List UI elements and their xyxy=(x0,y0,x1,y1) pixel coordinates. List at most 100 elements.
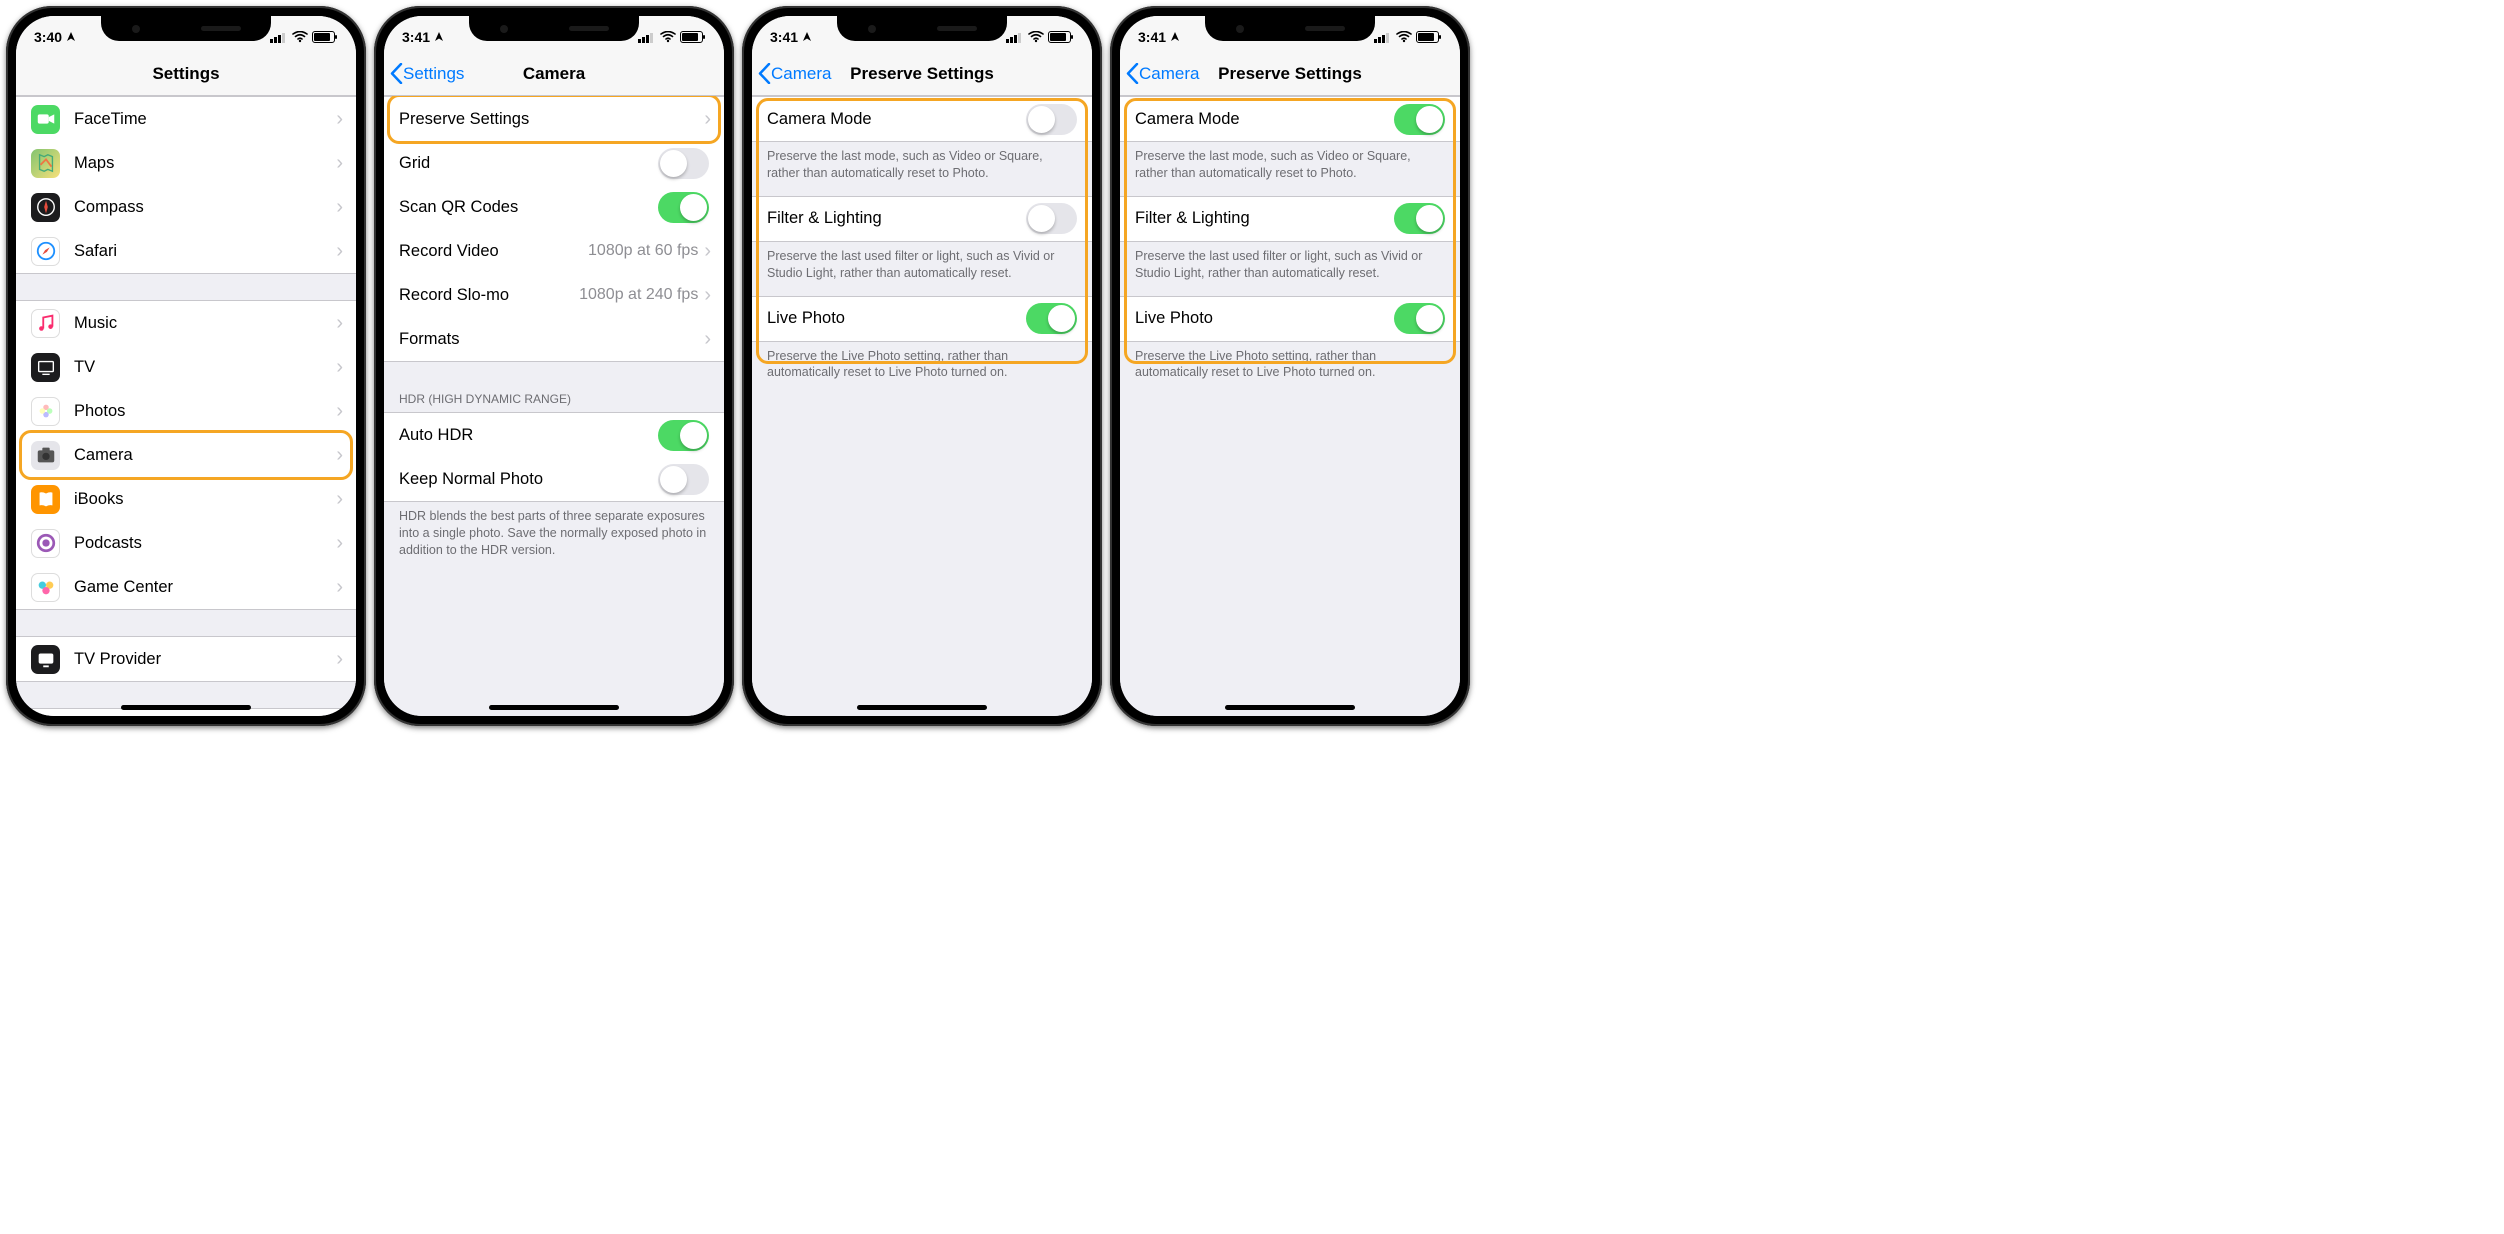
toggle-switch[interactable] xyxy=(1026,303,1077,334)
cell-label: Scan QR Codes xyxy=(399,198,658,217)
group-footer: Preserve the last mode, such as Video or… xyxy=(752,142,1092,186)
cell-formats[interactable]: Formats› xyxy=(384,317,724,361)
cell-tv[interactable]: TV› xyxy=(16,345,356,389)
cell-label: iBooks xyxy=(74,490,336,509)
status-time: 3:40 xyxy=(34,29,76,45)
status-icons xyxy=(1006,31,1074,43)
cell-label: FaceTime xyxy=(74,110,336,129)
toggle-switch[interactable] xyxy=(1026,203,1077,234)
status-icons xyxy=(638,31,706,43)
chevron-right-icon: › xyxy=(336,312,343,335)
cell-maps[interactable]: Maps› xyxy=(16,141,356,185)
gamecenter-icon xyxy=(31,573,60,602)
toggle-switch[interactable] xyxy=(1394,303,1445,334)
toggle-switch[interactable] xyxy=(1394,104,1445,135)
back-label: Camera xyxy=(1139,64,1199,84)
home-indicator[interactable] xyxy=(121,705,251,710)
cell-camera-mode[interactable]: Camera Mode xyxy=(1120,97,1460,141)
cell-camera[interactable]: Camera› xyxy=(16,433,356,477)
chevron-right-icon: › xyxy=(336,444,343,467)
ibooks-icon xyxy=(31,485,60,514)
cell-preserve-settings[interactable]: Preserve Settings› xyxy=(384,97,724,141)
cell-label: Photos xyxy=(74,402,336,421)
tvprovider-icon xyxy=(31,645,60,674)
cell-safari[interactable]: Safari› xyxy=(16,229,356,273)
chevron-right-icon: › xyxy=(336,400,343,423)
cell-detail: 1080p at 60 fps xyxy=(588,242,698,260)
toggle-switch[interactable] xyxy=(658,148,709,179)
back-button[interactable]: Camera xyxy=(758,63,831,84)
cell-1password[interactable]: 1Password› xyxy=(16,709,356,716)
cell-podcasts[interactable]: Podcasts› xyxy=(16,521,356,565)
toggle-switch[interactable] xyxy=(1394,203,1445,234)
cell-compass[interactable]: Compass› xyxy=(16,185,356,229)
cell-detail: 1080p at 240 fps xyxy=(579,286,698,304)
group-footer: Preserve the Live Photo setting, rather … xyxy=(1120,342,1460,386)
cell-label: Game Center xyxy=(74,578,336,597)
toggle-switch[interactable] xyxy=(658,420,709,451)
photos-icon xyxy=(31,397,60,426)
group-footer: Preserve the last used filter or light, … xyxy=(1120,242,1460,286)
cell-camera-mode[interactable]: Camera Mode xyxy=(752,97,1092,141)
cell-auto-hdr[interactable]: Auto HDR xyxy=(384,413,724,457)
group-header: HDR (HIGH DYNAMIC RANGE) xyxy=(384,388,724,412)
cell-record-slo-mo[interactable]: Record Slo-mo1080p at 240 fps› xyxy=(384,273,724,317)
safari-icon xyxy=(31,237,60,266)
cell-facetime[interactable]: FaceTime› xyxy=(16,97,356,141)
maps-icon xyxy=(31,149,60,178)
group-footer: Preserve the last used filter or light, … xyxy=(752,242,1092,286)
status-time: 3:41 xyxy=(402,29,444,45)
cell-label: Live Photo xyxy=(1135,309,1394,328)
back-button[interactable]: Camera xyxy=(1126,63,1199,84)
facetime-icon xyxy=(31,105,60,134)
cell-filter-lighting[interactable]: Filter & Lighting xyxy=(1120,197,1460,241)
cell-label: Record Video xyxy=(399,242,588,261)
cell-label: Record Slo-mo xyxy=(399,286,579,305)
cell-record-video[interactable]: Record Video1080p at 60 fps › xyxy=(384,229,724,273)
cell-keep-normal-photo[interactable]: Keep Normal Photo xyxy=(384,457,724,501)
back-button[interactable]: Settings xyxy=(390,63,464,84)
cell-game-center[interactable]: Game Center› xyxy=(16,565,356,609)
nav-title: Preserve Settings xyxy=(1218,64,1362,84)
toggle-switch[interactable] xyxy=(658,464,709,495)
cell-label: Grid xyxy=(399,154,658,173)
cell-live-photo[interactable]: Live Photo xyxy=(1120,297,1460,341)
chevron-right-icon: › xyxy=(704,240,711,263)
back-label: Camera xyxy=(771,64,831,84)
cell-label: Camera xyxy=(74,446,336,465)
home-indicator[interactable] xyxy=(857,705,987,710)
cell-live-photo[interactable]: Live Photo xyxy=(752,297,1092,341)
cell-label: Keep Normal Photo xyxy=(399,470,658,489)
cell-scan-qr-codes[interactable]: Scan QR Codes xyxy=(384,185,724,229)
chevron-right-icon: › xyxy=(704,108,711,131)
cell-filter-lighting[interactable]: Filter & Lighting xyxy=(752,197,1092,241)
toggle-switch[interactable] xyxy=(1026,104,1077,135)
chevron-right-icon: › xyxy=(336,152,343,175)
cell-label: Compass xyxy=(74,198,336,217)
back-label: Settings xyxy=(403,64,464,84)
cell-photos[interactable]: Photos› xyxy=(16,389,356,433)
chevron-right-icon: › xyxy=(336,488,343,511)
cell-ibooks[interactable]: iBooks› xyxy=(16,477,356,521)
home-indicator[interactable] xyxy=(489,705,619,710)
status-icons xyxy=(1374,31,1442,43)
cell-tv-provider[interactable]: TV Provider› xyxy=(16,637,356,681)
toggle-switch[interactable] xyxy=(658,192,709,223)
cell-label: TV xyxy=(74,358,336,377)
chevron-right-icon: › xyxy=(336,108,343,131)
group-footer: Preserve the last mode, such as Video or… xyxy=(1120,142,1460,186)
tv-icon xyxy=(31,353,60,382)
cell-grid[interactable]: Grid xyxy=(384,141,724,185)
nav-title: Preserve Settings xyxy=(850,64,994,84)
cell-label: Filter & Lighting xyxy=(1135,209,1394,228)
status-icons xyxy=(270,31,338,43)
nav-title: Camera xyxy=(523,64,585,84)
cell-label: Filter & Lighting xyxy=(767,209,1026,228)
cell-label: Formats xyxy=(399,330,704,349)
cell-music[interactable]: Music› xyxy=(16,301,356,345)
group-footer: Preserve the Live Photo setting, rather … xyxy=(752,342,1092,386)
podcasts-icon xyxy=(31,529,60,558)
chevron-right-icon: › xyxy=(336,532,343,555)
cell-label: TV Provider xyxy=(74,650,336,669)
home-indicator[interactable] xyxy=(1225,705,1355,710)
